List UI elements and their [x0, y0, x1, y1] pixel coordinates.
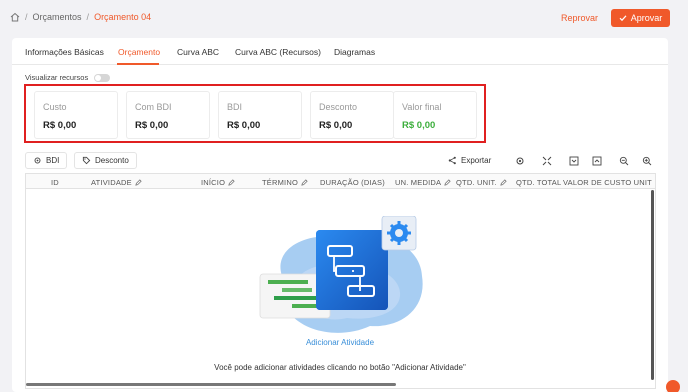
zoom-in-icon: [642, 156, 652, 165]
home-icon[interactable]: [10, 12, 20, 22]
bdi-label: BDI: [46, 156, 60, 165]
vertical-scrollbar[interactable]: [651, 190, 654, 380]
visualizar-recursos-toggle[interactable]: [94, 73, 111, 82]
pencil-icon: [500, 179, 507, 186]
summary-value: R$ 0,00: [319, 120, 353, 131]
column-label: VALOR DE CUSTO UNIT: [563, 178, 652, 187]
expand-all-button[interactable]: [587, 152, 607, 169]
breadcrumb: / Orçamentos / Orçamento 04: [10, 12, 151, 22]
summary-label: Valor final: [402, 102, 442, 112]
grid-header: ID ATIVIDADE INÍCIO TÉRMINO DURAÇÃO (DIA…: [26, 174, 655, 189]
pencil-icon: [228, 179, 235, 186]
active-tab-indicator: [117, 63, 159, 65]
summary-label: Com BDI: [135, 102, 172, 112]
aprovar-label: Aprovar: [630, 13, 663, 23]
summary-card-com-bdi: Com BDI R$ 0,00: [126, 91, 210, 139]
gear-icon: [34, 157, 41, 164]
breadcrumb-orcamentos[interactable]: Orçamentos: [33, 12, 82, 22]
pencil-icon: [444, 179, 451, 186]
column-header-valor-custo-unit[interactable]: VALOR DE CUSTO UNIT: [563, 178, 652, 187]
bdi-button[interactable]: BDI: [25, 152, 68, 169]
empty-state-hint: Você pode adicionar atividades clicando …: [214, 363, 466, 372]
column-label: UN. MEDIDA: [395, 178, 442, 187]
summary-card-desconto: Desconto R$ 0,00: [310, 91, 394, 139]
tab-diagramas[interactable]: Diagramas: [334, 47, 375, 57]
expand-all-icon: [592, 156, 602, 165]
add-activity-link[interactable]: Adicionar Atividade: [12, 338, 668, 347]
breadcrumb-separator: /: [86, 12, 90, 22]
zoom-out-icon: [619, 156, 629, 165]
collapse-icon: [569, 156, 579, 165]
collapse-all-button[interactable]: [564, 152, 584, 169]
column-header-id[interactable]: ID: [51, 178, 59, 187]
tab-informacoes-basicas[interactable]: Informações Básicas: [25, 47, 104, 57]
column-label: TÉRMINO: [262, 178, 298, 187]
zoom-out-button[interactable]: [614, 152, 634, 169]
desconto-label: Desconto: [95, 156, 129, 165]
summary-card-custo: Custo R$ 0,00: [34, 91, 118, 139]
column-header-un-medida[interactable]: UN. MEDIDA: [395, 178, 451, 187]
column-label: QTD. TOTAL: [516, 178, 562, 187]
column-label: DURAÇÃO (DIAS): [320, 178, 385, 187]
column-header-inicio[interactable]: INÍCIO: [201, 178, 235, 187]
desconto-button[interactable]: Desconto: [74, 152, 137, 169]
summary-value: R$ 0,00: [43, 120, 77, 131]
summary-label: Custo: [43, 102, 67, 112]
summary-card-bdi: BDI R$ 0,00: [218, 91, 302, 139]
exportar-button[interactable]: Exportar: [441, 152, 499, 169]
expand-icon: [542, 156, 552, 165]
summary-label: BDI: [227, 102, 243, 112]
tab-bar: Informações Básicas Orçamento Curva ABC …: [12, 38, 668, 65]
toggle-label: Visualizar recursos: [25, 73, 89, 82]
pencil-icon: [135, 179, 142, 186]
horizontal-scrollbar[interactable]: [26, 383, 396, 386]
column-header-atividade[interactable]: ATIVIDADE: [91, 178, 142, 187]
column-header-qtd-unit[interactable]: QTD. UNIT.: [456, 178, 507, 187]
zoom-in-button[interactable]: [637, 152, 657, 169]
top-bar: / Orçamentos / Orçamento 04 Reprovar Apr…: [0, 0, 688, 38]
budget-card: Informações Básicas Orçamento Curva ABC …: [12, 38, 668, 392]
reprovar-button[interactable]: Reprovar: [561, 13, 598, 23]
summary-label: Desconto: [319, 102, 358, 112]
visualizar-recursos-row: Visualizar recursos: [25, 73, 111, 82]
check-icon: [619, 15, 627, 22]
column-label: ID: [51, 178, 59, 187]
breadcrumb-separator: /: [25, 12, 28, 22]
summary-value: R$ 0,00: [227, 120, 261, 131]
settings-button[interactable]: [510, 152, 530, 169]
empty-state-illustration: [259, 216, 423, 333]
tag-icon: [82, 156, 91, 165]
help-badge[interactable]: [666, 380, 680, 392]
fullscreen-button[interactable]: [537, 152, 557, 169]
share-icon: [448, 156, 456, 165]
summary-card-valor-final: Valor final R$ 0,00: [393, 91, 477, 139]
tab-orcamento[interactable]: Orçamento: [118, 47, 160, 57]
column-label: INÍCIO: [201, 178, 226, 187]
column-header-qtd-total[interactable]: QTD. TOTAL: [516, 178, 561, 187]
pencil-icon: [301, 179, 308, 186]
gear-icon: [516, 157, 524, 164]
exportar-label: Exportar: [461, 156, 492, 165]
summary-value: R$ 0,00: [402, 120, 436, 131]
aprovar-button[interactable]: Aprovar: [611, 9, 670, 27]
column-label: QTD. UNIT.: [456, 178, 497, 187]
column-header-duracao[interactable]: DURAÇÃO (DIAS): [320, 178, 385, 187]
column-label: ATIVIDADE: [91, 178, 132, 187]
breadcrumb-current: Orçamento 04: [94, 12, 152, 22]
tab-curva-abc-recursos[interactable]: Curva ABC (Recursos): [235, 47, 321, 57]
tab-curva-abc[interactable]: Curva ABC: [177, 47, 219, 57]
column-header-termino[interactable]: TÉRMINO: [262, 178, 308, 187]
summary-value: R$ 0,00: [135, 120, 169, 131]
